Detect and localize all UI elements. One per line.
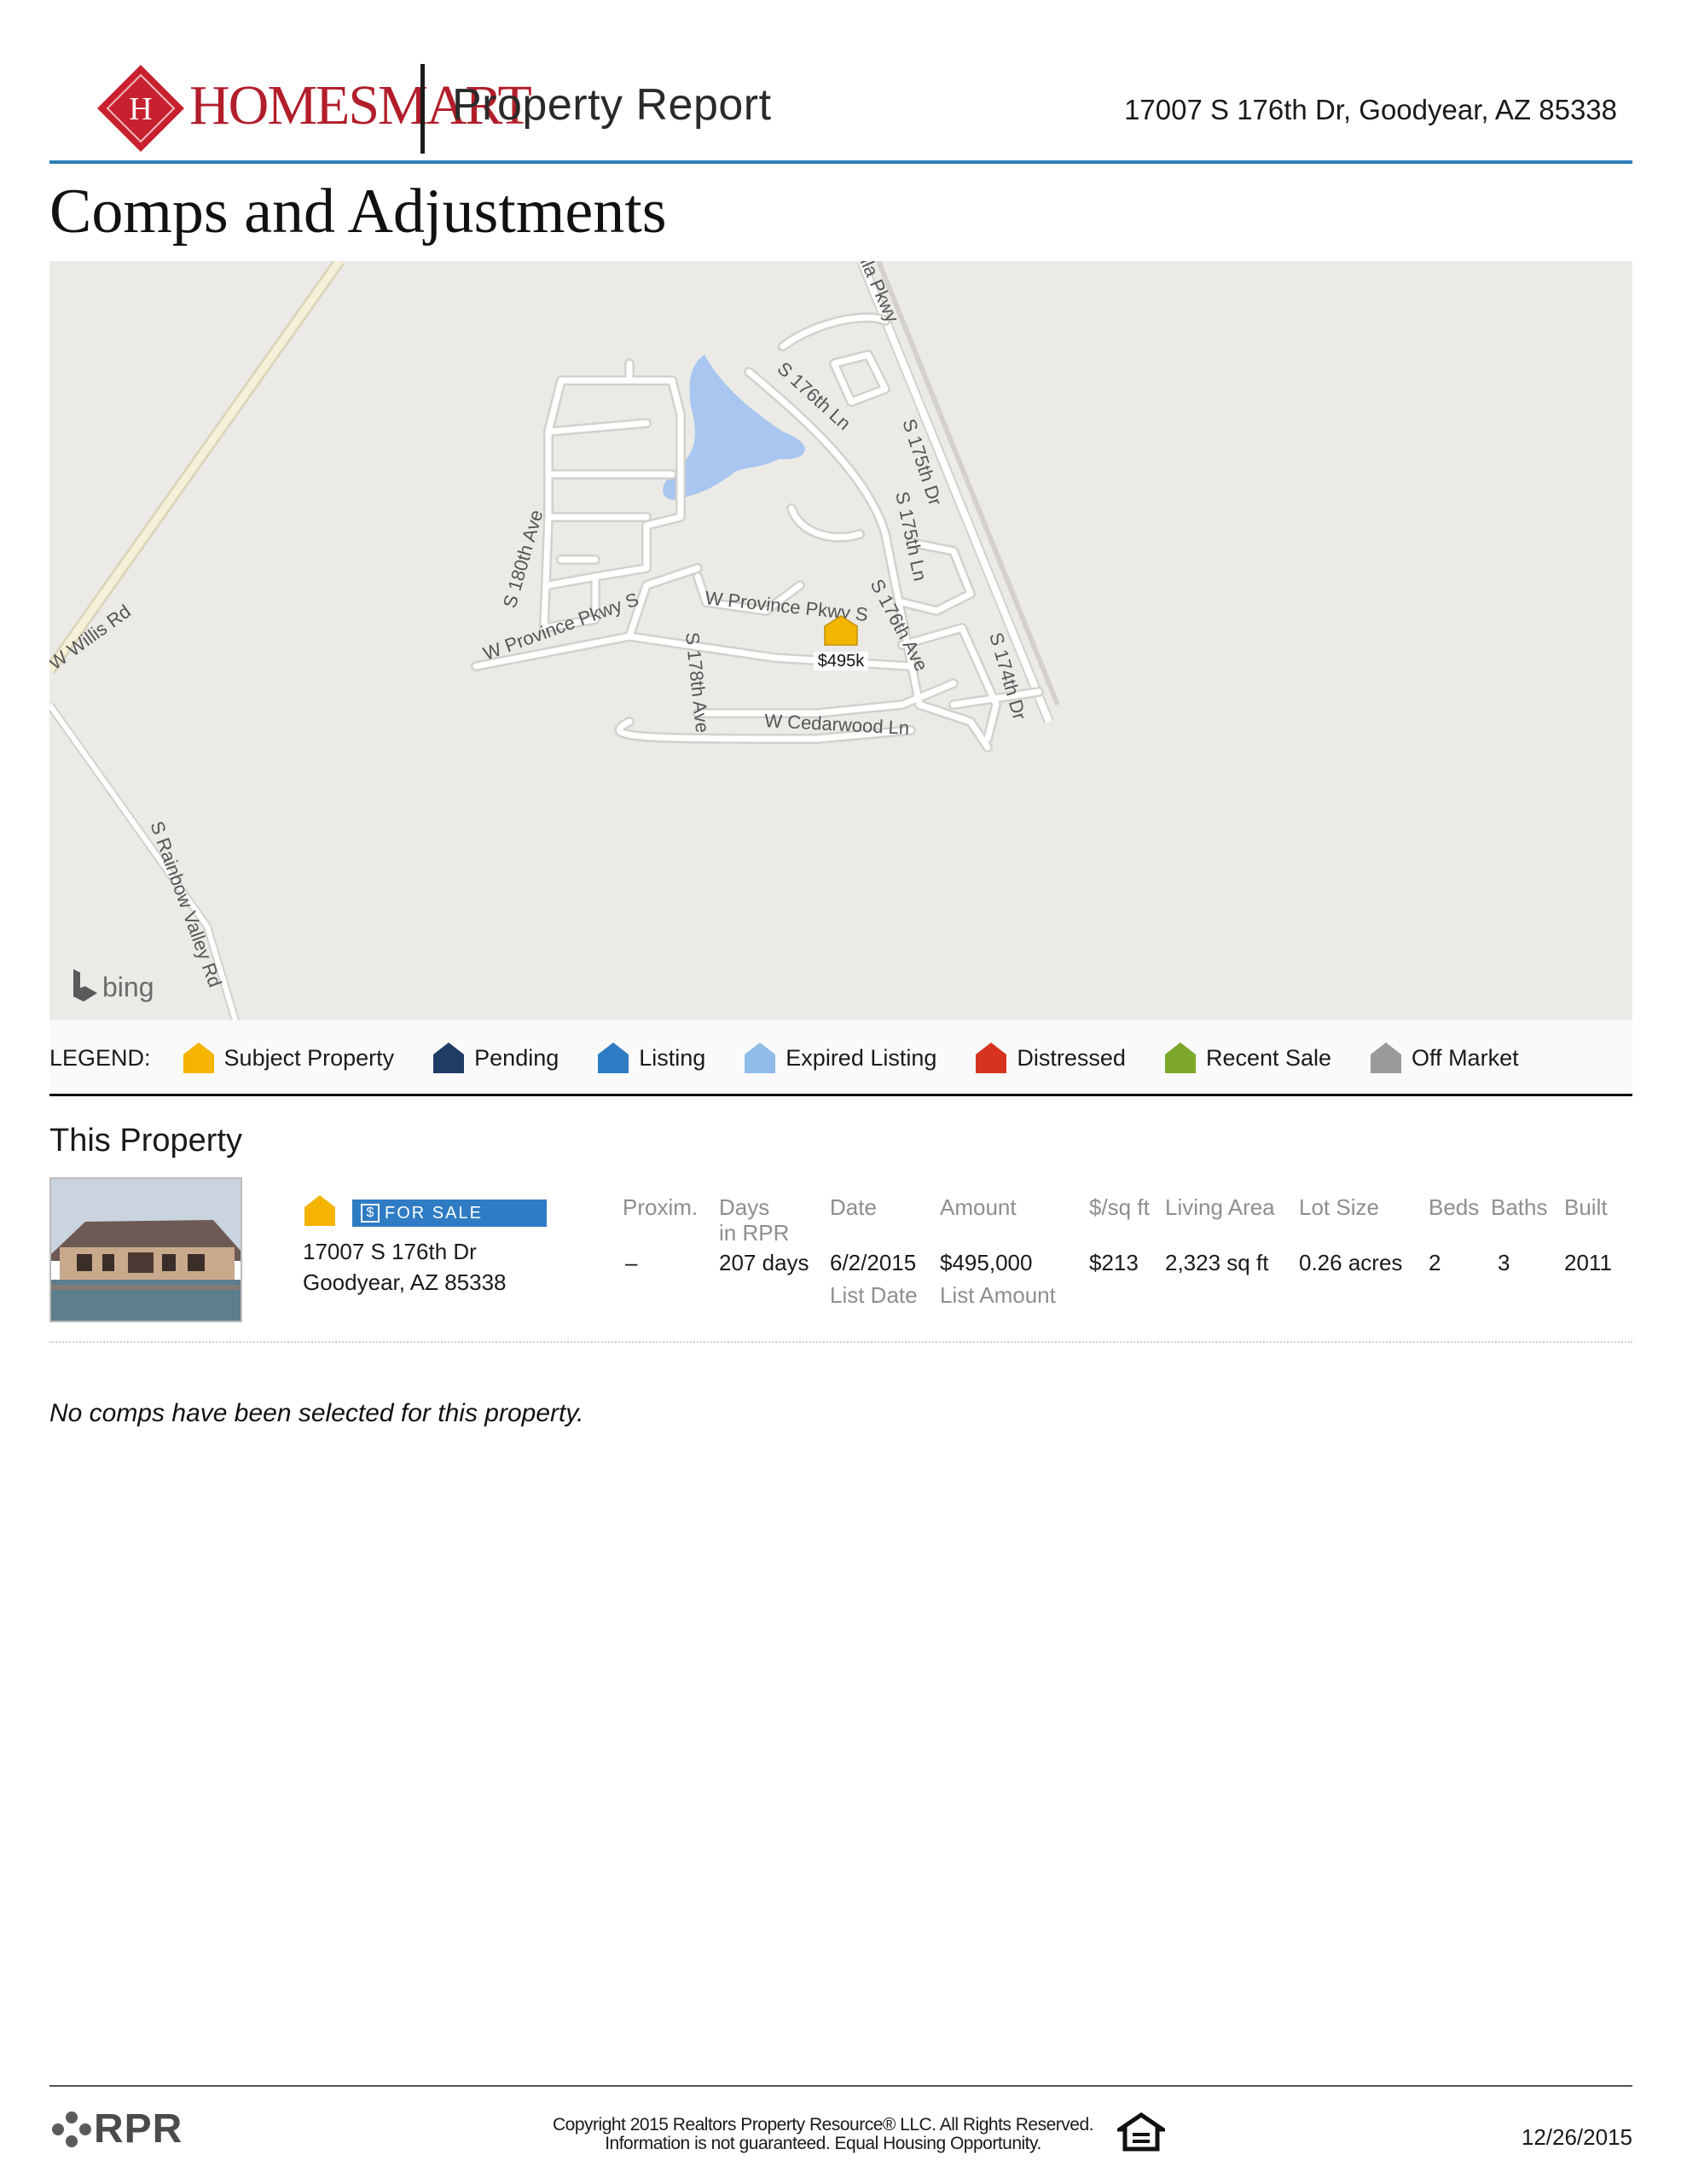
property-address-line1: 17007 S 176th Dr <box>303 1239 477 1264</box>
value-baths: 3 <box>1498 1250 1510 1275</box>
legend-item-label: Pending <box>474 1044 559 1071</box>
equal-housing-icon <box>1112 2111 1170 2156</box>
section-divider <box>49 1341 1632 1343</box>
legend-item-expired: Expired Listing <box>743 1041 936 1075</box>
dollar-icon: $ <box>361 1204 380 1223</box>
road-label-s176th-ln: S 176th Ln <box>774 357 855 434</box>
copyright-notice: Copyright 2015 Realtors Property Resourc… <box>512 2116 1134 2153</box>
legend-label: LEGEND: <box>49 1044 151 1071</box>
report-title: Property Report <box>452 80 772 130</box>
map-legend: LEGEND: Subject Property Pending Listing… <box>49 1020 1632 1095</box>
copyright-line2: Information is not guaranteed. Equal Hou… <box>605 2134 1041 2153</box>
col-days-line2: in RPR <box>719 1220 790 1246</box>
value-price-sqft: $213 <box>1089 1250 1139 1275</box>
rpr-nodes-icon <box>52 2111 91 2147</box>
map-local-streets <box>471 312 1044 752</box>
road-label-rainbow: S Rainbow Valley Rd <box>146 818 226 990</box>
value-date: 6/2/2015 <box>830 1250 917 1275</box>
house-icon <box>433 1043 465 1073</box>
value-amount: $495,000 <box>940 1250 1033 1275</box>
house-icon <box>1164 1043 1196 1073</box>
legend-item-label: Off Market <box>1412 1044 1519 1071</box>
footer-date: 12/26/2015 <box>1521 2124 1632 2150</box>
no-comps-message: No comps have been selected for this pro… <box>49 1399 584 1427</box>
col-days: Days in RPR <box>719 1194 789 1246</box>
road-label-s180th-ave: S 180th Ave <box>499 508 548 611</box>
status-badge-label: FOR SALE <box>385 1203 483 1223</box>
subject-property-icon <box>303 1194 337 1232</box>
legend-item-off-market: Off Market <box>1369 1041 1519 1075</box>
col-price-sqft: $/sq ft <box>1089 1194 1150 1220</box>
copyright-line1: Copyright 2015 Realtors Property Resourc… <box>553 2115 1093 2135</box>
legend-item-label: Recent Sale <box>1205 1044 1332 1071</box>
house-icon <box>598 1043 629 1073</box>
value-lot-size: 0.26 acres <box>1299 1250 1403 1275</box>
homesmart-diamond-icon: H <box>97 65 184 152</box>
footer-rule <box>49 2085 1632 2087</box>
header-divider <box>420 64 425 154</box>
col-baths: Baths <box>1491 1194 1548 1220</box>
col-built: Built <box>1564 1194 1608 1220</box>
value-beds: 2 <box>1429 1250 1441 1275</box>
homesmart-logo: H HOMESMART <box>94 61 532 160</box>
house-icon <box>183 1043 214 1073</box>
property-address-line2: Goodyear, AZ 85338 <box>303 1269 507 1295</box>
legend-rule <box>49 1094 1632 1096</box>
value-date-sub: List Date <box>830 1282 918 1308</box>
bing-attribution: bing <box>73 969 154 1002</box>
rpr-logo: RPR <box>49 2106 183 2152</box>
status-badge: $ FOR SALE <box>352 1199 547 1227</box>
legend-item-recent-sale: Recent Sale <box>1163 1041 1331 1075</box>
legend-item-label: Subject Property <box>223 1044 395 1071</box>
value-days: 207 days <box>719 1250 809 1275</box>
legend-item-label: Expired Listing <box>786 1044 937 1071</box>
page-title: Comps and Adjustments <box>49 177 667 247</box>
col-date: Date <box>830 1194 877 1220</box>
header-rule <box>49 160 1632 164</box>
legend-item-pending: Pending <box>432 1041 559 1075</box>
legend-item-distressed: Distressed <box>974 1041 1126 1075</box>
map[interactable]: W Willis Rd S Rainbow Valley Rd lla Pkwy… <box>49 261 1632 1020</box>
marker-price-label: $495k <box>818 652 865 671</box>
section-title: This Property <box>49 1123 242 1159</box>
value-amount-sub: List Amount <box>940 1282 1056 1308</box>
value-living-area: 2,323 sq ft <box>1165 1250 1269 1275</box>
col-beds: Beds <box>1429 1194 1480 1220</box>
legend-item-listing: Listing <box>596 1041 705 1075</box>
house-icon <box>976 1043 1007 1073</box>
col-living-area: Living Area <box>1165 1194 1275 1220</box>
col-lot-size: Lot Size <box>1299 1194 1379 1220</box>
bing-label: bing <box>102 972 154 1002</box>
house-icon <box>1371 1043 1402 1073</box>
value-built: 2011 <box>1564 1250 1612 1275</box>
col-proxim: Proxim. <box>623 1194 699 1220</box>
col-amount: Amount <box>940 1194 1017 1220</box>
svg-text:H: H <box>129 91 152 127</box>
legend-item-label: Listing <box>639 1044 706 1071</box>
header-address: 17007 S 176th Dr, Goodyear, AZ 85338 <box>1124 94 1617 125</box>
value-proxim: – <box>625 1250 638 1275</box>
col-days-line1: Days <box>719 1194 770 1220</box>
legend-item-subject: Subject Property <box>182 1041 395 1075</box>
legend-item-label: Distressed <box>1017 1044 1126 1071</box>
property-photo[interactable] <box>49 1177 242 1322</box>
rpr-wordmark: RPR <box>94 2106 183 2152</box>
house-icon <box>745 1043 776 1073</box>
